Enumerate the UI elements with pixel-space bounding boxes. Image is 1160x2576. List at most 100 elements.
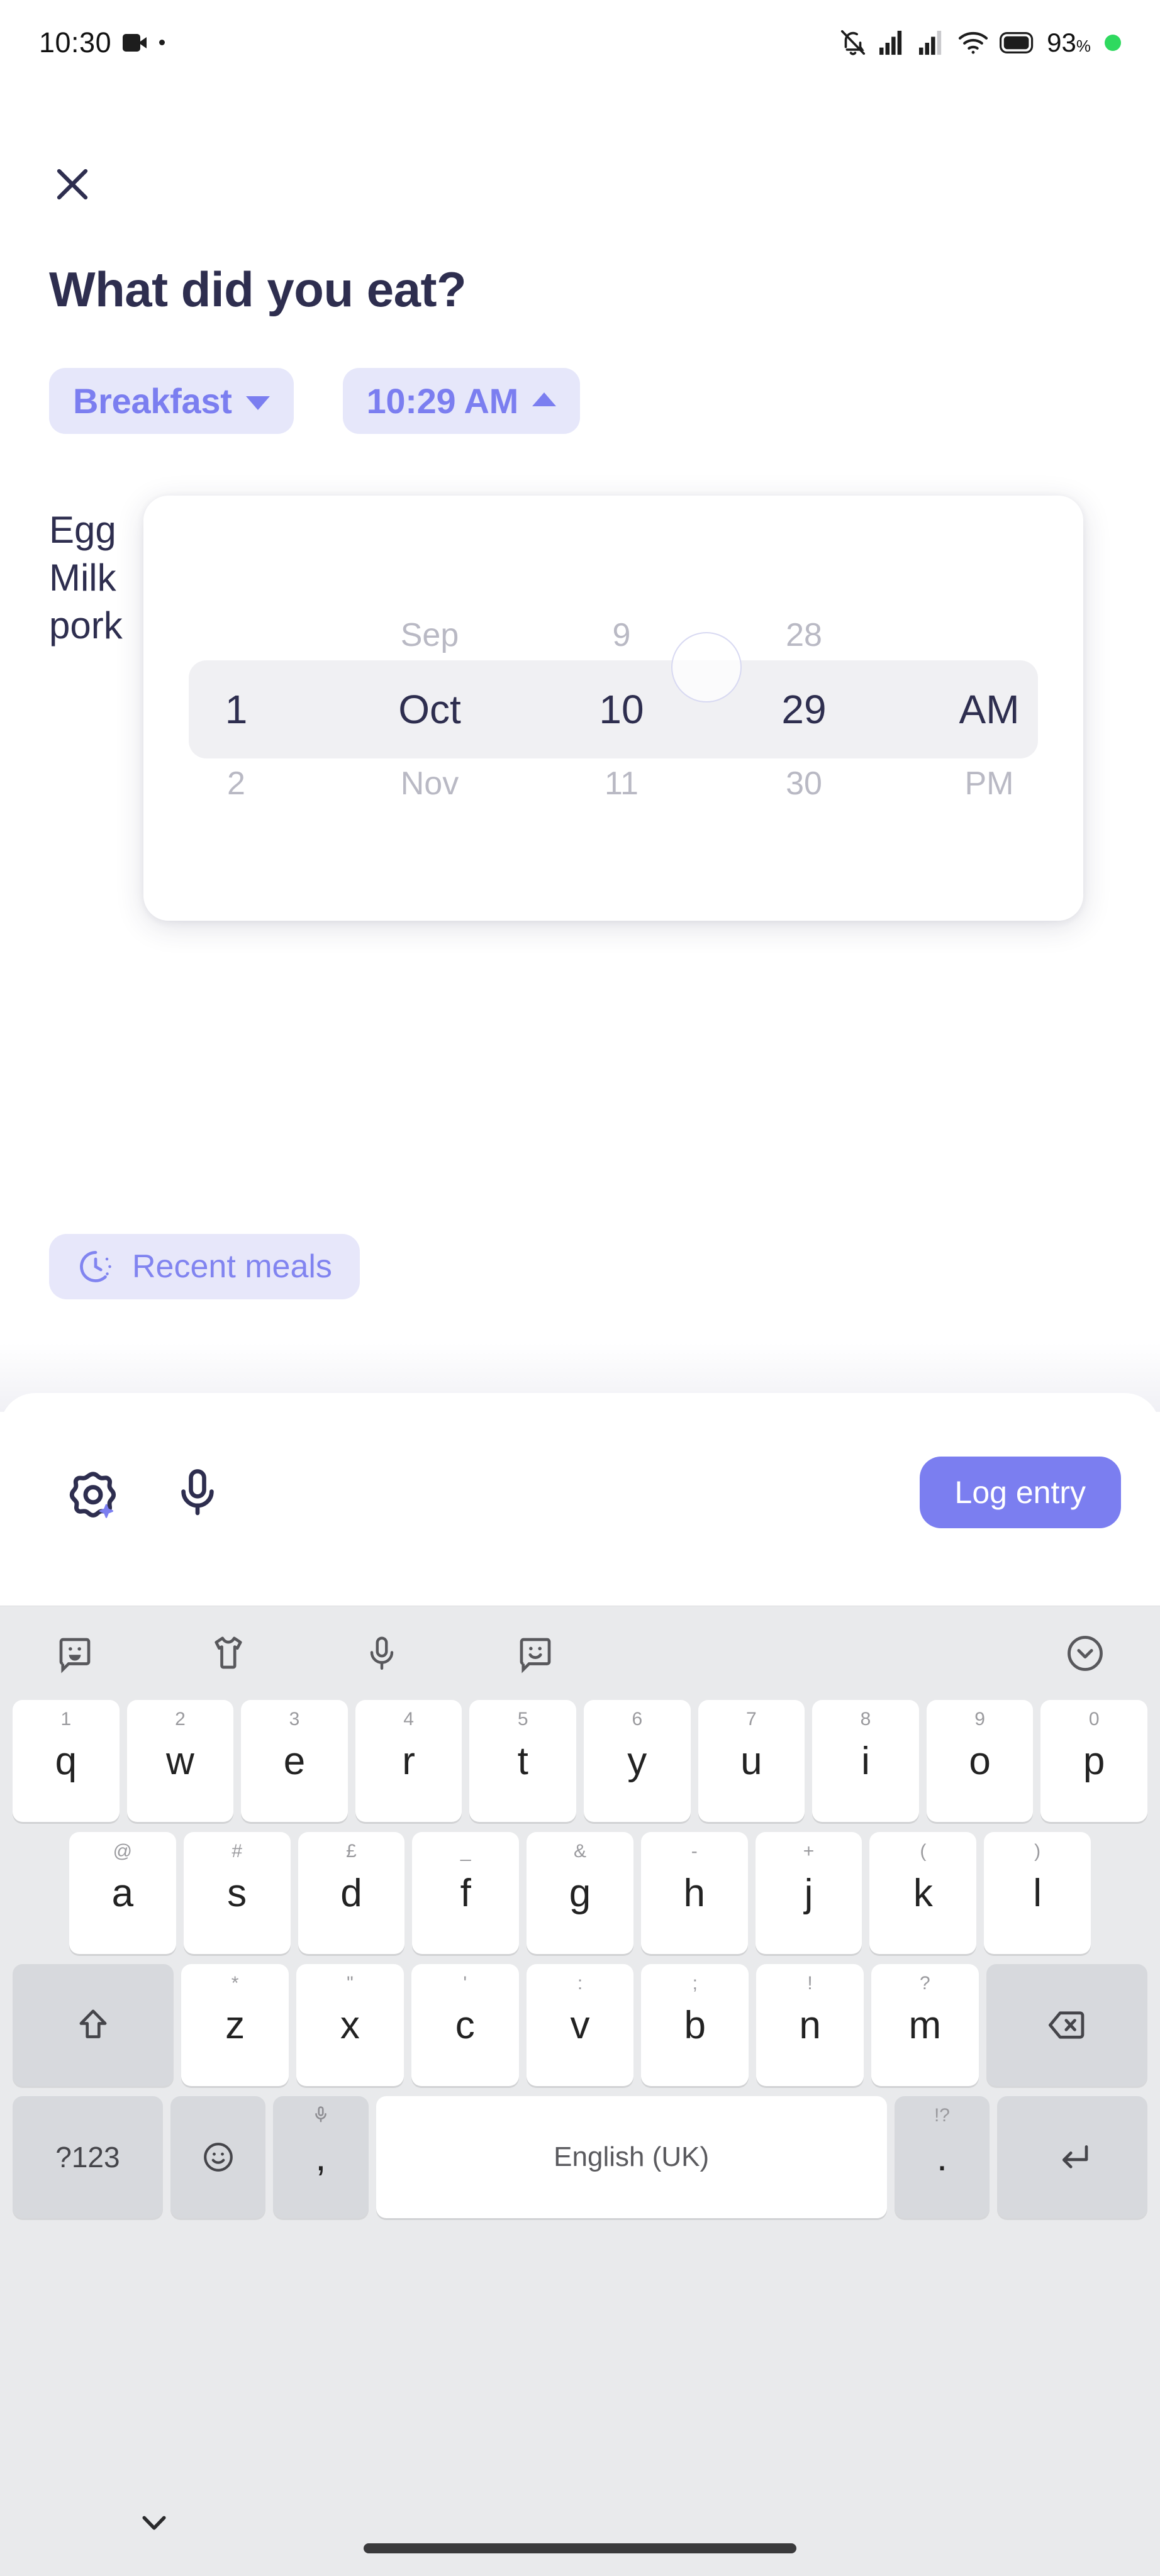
key-s[interactable]: # s <box>183 1832 291 1954</box>
emoji-key[interactable] <box>170 2096 266 2218</box>
period-key[interactable]: !? . <box>894 2096 990 2218</box>
signal-bars-2-icon <box>918 30 947 56</box>
key-j[interactable]: + j <box>755 1832 862 1954</box>
picker-day-selected[interactable]: 1 <box>143 684 329 735</box>
key-hint: ! <box>807 1973 813 1994</box>
key-f[interactable]: _ f <box>412 1832 520 1954</box>
picker-column-ampm[interactable]: AM PM <box>895 496 1083 921</box>
key-x[interactable]: " x <box>296 1964 404 2086</box>
key-hint: 7 <box>746 1709 757 1729</box>
space-key[interactable]: English (UK) <box>376 2096 887 2218</box>
key-hint: _ <box>460 1841 471 1862</box>
comma-key[interactable]: , <box>273 2096 369 2218</box>
enter-key[interactable] <box>997 2096 1148 2218</box>
picker-column-minute[interactable]: 28 29 30 <box>713 496 895 921</box>
key-r[interactable]: 4r <box>355 1700 462 1822</box>
symbols-key[interactable]: ?123 <box>12 2096 163 2218</box>
hide-keyboard-button[interactable] <box>126 2494 182 2551</box>
datetime-picker-panel[interactable]: 1 2 Sep Oct Nov 9 10 11 28 29 30 AM PM <box>143 496 1083 921</box>
key-label: f <box>460 1871 471 1915</box>
system-navigation-bar <box>0 2465 1160 2576</box>
key-label: n <box>799 2003 821 2047</box>
key-g[interactable]: & g <box>527 1832 633 1954</box>
shift-key[interactable] <box>13 1964 174 2086</box>
key-label: h <box>683 1871 706 1915</box>
close-button[interactable] <box>45 157 99 211</box>
camera-sparkle-icon <box>69 1471 116 1518</box>
picker-column-day[interactable]: 1 2 <box>143 496 329 921</box>
emoji-smiley-icon <box>520 1638 551 1673</box>
key-y[interactable]: 6y <box>584 1700 691 1822</box>
picker-minute-below[interactable]: 30 <box>713 758 895 809</box>
picker-month-above[interactable]: Sep <box>329 610 530 660</box>
period-key-label: . <box>936 2135 948 2179</box>
key-hint: ) <box>1034 1841 1041 1862</box>
key-label: b <box>684 2003 706 2047</box>
status-bar-right: 93% <box>839 28 1121 58</box>
key-u[interactable]: 7u <box>698 1700 805 1822</box>
battery-icon <box>1000 31 1035 53</box>
chevron-down-icon <box>245 396 270 410</box>
home-gesture-bar[interactable] <box>364 2543 796 2553</box>
key-e[interactable]: 3e <box>241 1700 348 1822</box>
key-hint: - <box>691 1841 698 1862</box>
key-label: x <box>340 2003 360 2047</box>
key-m[interactable]: ? m <box>871 1964 979 2086</box>
picker-hour-below[interactable]: 11 <box>530 758 713 809</box>
key-n[interactable]: ! n <box>756 1964 864 2086</box>
key-z[interactable]: * z <box>181 1964 289 2086</box>
backspace-key[interactable] <box>986 1964 1147 2086</box>
key-label: p <box>1083 1739 1105 1783</box>
key-d[interactable]: £ d <box>298 1832 405 1954</box>
sticker-face-button[interactable] <box>45 1624 104 1683</box>
key-hint: ' <box>463 1973 467 1994</box>
video-camera-icon <box>123 33 148 52</box>
key-a[interactable]: @ a <box>69 1832 176 1954</box>
key-h[interactable]: -h <box>640 1832 748 1954</box>
meal-time-chip[interactable]: 10:29 AM <box>342 368 580 434</box>
key-hint: 4 <box>403 1709 414 1729</box>
key-k[interactable]: (k <box>869 1832 977 1954</box>
microphone-icon <box>273 2105 368 2129</box>
key-label: y <box>627 1739 647 1783</box>
key-i[interactable]: 8i <box>812 1700 919 1822</box>
page-title: What did you eat? <box>49 262 467 317</box>
collapse-toolbar-button[interactable] <box>1056 1624 1115 1683</box>
emoji-panel-button[interactable] <box>506 1624 565 1683</box>
key-label: l <box>1033 1871 1042 1915</box>
key-b[interactable]: ; b <box>641 1964 749 2086</box>
key-hint: : <box>577 1973 583 1994</box>
meal-text-input[interactable]: Egg Milk pork <box>49 506 123 650</box>
key-w[interactable]: 2w <box>126 1700 234 1822</box>
key-v[interactable]: :v <box>526 1964 634 2086</box>
recent-meals-button[interactable]: Recent meals <box>49 1234 360 1299</box>
tshirt-sticker-button[interactable] <box>199 1624 258 1683</box>
picker-month-below[interactable]: Nov <box>329 758 530 809</box>
key-c[interactable]: ' c <box>411 1964 519 2086</box>
picker-minute-selected[interactable]: 29 <box>713 684 895 735</box>
key-l[interactable]: ) l <box>984 1832 1091 1954</box>
key-label: v <box>570 2003 590 2047</box>
camera-sparkle-button[interactable] <box>63 1462 123 1523</box>
picker-month-selected[interactable]: Oct <box>329 684 530 735</box>
picker-day-below[interactable]: 2 <box>143 758 329 809</box>
picker-column-month[interactable]: Sep Oct Nov <box>329 496 530 921</box>
picker-ampm-below[interactable]: PM <box>895 758 1083 809</box>
log-entry-button[interactable]: Log entry <box>919 1456 1121 1528</box>
picker-ampm-selected[interactable]: AM <box>895 684 1083 735</box>
keyboard-voice-button[interactable] <box>352 1624 411 1683</box>
status-bar-left: 10:30 <box>39 26 165 59</box>
key-hint: 2 <box>175 1709 186 1729</box>
picker-columns: 1 2 Sep Oct Nov 9 10 11 28 29 30 AM PM <box>143 496 1083 921</box>
voice-input-button[interactable] <box>167 1462 228 1523</box>
keyboard-row-4: ?123 , English (UK) !? . <box>5 2096 1155 2218</box>
picker-column-hour[interactable]: 9 10 11 <box>530 496 713 921</box>
key-o[interactable]: 9o <box>926 1700 1034 1822</box>
key-q[interactable]: 1q <box>13 1700 120 1822</box>
meal-type-chip[interactable]: Breakfast <box>49 368 294 434</box>
status-bar-clock: 10:30 <box>39 26 112 58</box>
key-p[interactable]: 0p <box>1040 1700 1147 1822</box>
keyboard-key-rows: 1q 2w 3e 4r 5t 6y 7u 8i 9o 0p @ a # s £ d _… <box>0 1700 1160 2218</box>
key-t[interactable]: 5t <box>469 1700 576 1822</box>
picker-minute-above[interactable]: 28 <box>713 610 895 660</box>
